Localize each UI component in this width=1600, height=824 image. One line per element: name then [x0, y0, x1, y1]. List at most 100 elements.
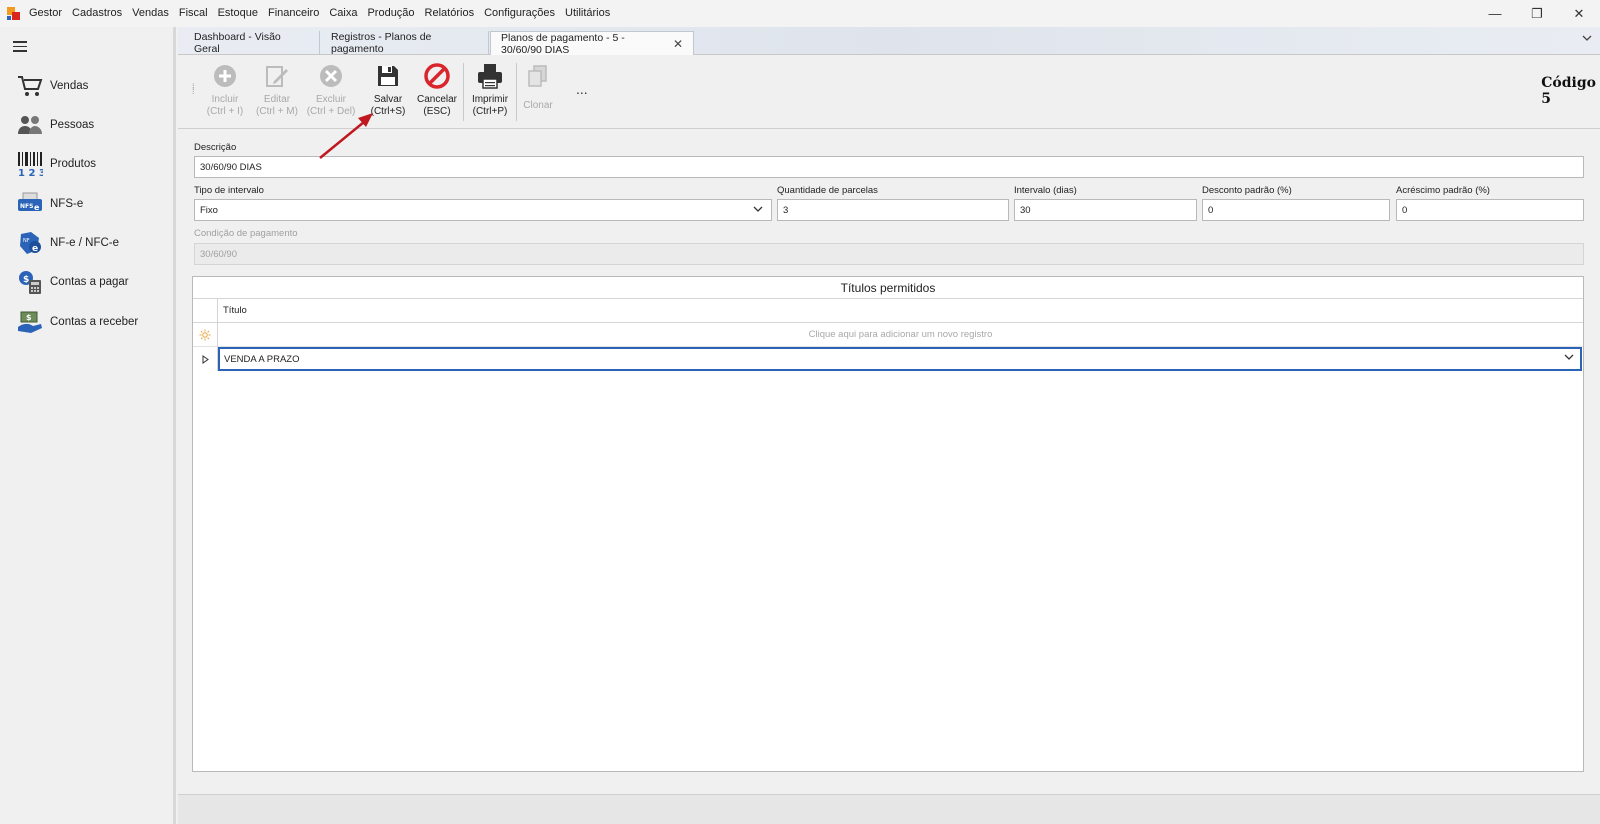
titulo-cell-dropdown[interactable]: VENDA A PRAZO — [218, 347, 1582, 371]
annotation-arrow-icon — [318, 112, 378, 165]
clone-copy-icon — [525, 63, 551, 89]
sidebar-item-pessoas[interactable]: Pessoas — [16, 110, 166, 140]
acrescimo-padrao-label: Acréscimo padrão (%) — [1396, 185, 1490, 196]
tipo-intervalo-select[interactable]: Fixo — [194, 199, 772, 221]
hamburger-menu-icon[interactable] — [13, 41, 27, 52]
minimize-button[interactable]: — — [1474, 0, 1516, 27]
title-menu-bar: Gestor Cadastros Vendas Fiscal Estoque F… — [0, 0, 1600, 27]
codigo-value: 5 — [1541, 91, 1552, 107]
menu-fiscal[interactable]: Fiscal — [174, 0, 213, 27]
new-row-hint: Clique aqui para adicionar um novo regis… — [808, 329, 993, 340]
menu-vendas[interactable]: Vendas — [127, 0, 174, 27]
menu-cadastros[interactable]: Cadastros — [67, 0, 127, 27]
sidebar-item-contas-receber[interactable]: $ Contas a receber — [16, 307, 166, 337]
status-bar — [178, 794, 1600, 824]
tab-planos-pagamento-active[interactable]: Planos de pagamento - 5 - 30/60/90 DIAS … — [490, 31, 694, 56]
menu-relatorios[interactable]: Relatórios — [420, 0, 480, 27]
sidebar-item-label: Contas a receber — [50, 316, 139, 328]
menu-utilitarios[interactable]: Utilitários — [560, 0, 615, 27]
printer-icon — [477, 63, 503, 89]
sidebar-item-label: NF-e / NFC-e — [50, 237, 119, 249]
tab-label: Registros - Planos de pagamento — [331, 31, 432, 55]
descricao-label: Descrição — [194, 142, 237, 153]
tab-close-icon[interactable]: ✕ — [673, 37, 683, 51]
sidebar-item-produtos[interactable]: 1 2 3 Produtos — [16, 149, 166, 179]
codigo-display: Código 5 — [1541, 75, 1596, 107]
tipo-intervalo-label: Tipo de intervalo — [194, 185, 264, 196]
sidebar-item-label: Pessoas — [50, 119, 95, 131]
grid-title: Títulos permitidos — [193, 277, 1583, 299]
incluir-button[interactable]: Incluir (Ctrl + I) — [197, 63, 253, 123]
column-header-titulo[interactable]: Título — [218, 299, 1583, 322]
tab-overflow-chevron-icon[interactable] — [1582, 33, 1592, 45]
tab-dashboard[interactable]: Dashboard - Visão Geral — [184, 31, 320, 55]
svg-text:NFS: NFS — [20, 203, 33, 210]
sidebar-item-label: NFS-e — [50, 198, 84, 210]
row-pointer-icon — [193, 347, 218, 371]
intervalo-dias-label: Intervalo (dias) — [1014, 185, 1077, 196]
condicao-pagamento-input: 30/60/90 — [194, 243, 1584, 265]
app-logo-icon — [7, 7, 20, 20]
sidebar-item-label: Vendas — [50, 80, 89, 92]
clonar-label: Clonar — [523, 100, 553, 111]
new-row-sun-icon — [193, 323, 218, 346]
chevron-down-icon[interactable] — [1564, 353, 1574, 364]
incluir-label: Incluir (Ctrl + I) — [206, 94, 244, 117]
quantidade-parcelas-input[interactable]: 3 — [777, 199, 1009, 221]
cancelar-button[interactable]: Cancelar (ESC) — [409, 63, 465, 123]
bills-receive-icon: $ — [16, 308, 44, 336]
plus-circle-icon — [212, 63, 238, 89]
tipo-intervalo-value: Fixo — [200, 204, 218, 216]
sidebar-item-contas-pagar[interactable]: $ Contas a pagar — [16, 267, 166, 297]
editar-button[interactable]: Editar (Ctrl + M) — [249, 63, 305, 123]
descricao-input[interactable]: 30/60/90 DIAS — [194, 156, 1584, 178]
bills-pay-icon: $ — [16, 268, 44, 296]
editar-label: Editar (Ctrl + M) — [256, 94, 298, 117]
desconto-padrao-input[interactable]: 0 — [1202, 199, 1390, 221]
svg-text:e: e — [34, 203, 40, 212]
titulos-permitidos-grid: Títulos permitidos Título Clique aqui pa… — [192, 276, 1584, 772]
toolbar-grip-icon[interactable]: ⁞ ⁞ — [192, 83, 195, 96]
window-controls: — ❐ ✕ — [1474, 0, 1600, 27]
cancel-prohibited-icon — [424, 63, 450, 89]
grid-new-row[interactable]: Clique aqui para adicionar um novo regis… — [193, 323, 1583, 347]
people-icon — [16, 111, 44, 139]
intervalo-dias-input[interactable]: 30 — [1014, 199, 1197, 221]
menu-estoque[interactable]: Estoque — [213, 0, 263, 27]
toolbar: ⁞ ⁞ Incluir (Ctrl + I) Editar (Ctrl + M) Ex… — [178, 55, 1600, 129]
clonar-button[interactable]: Clonar — [510, 63, 566, 123]
document-tab-strip: Dashboard - Visão Geral Registros - Plan… — [178, 27, 1600, 56]
sidebar-item-vendas[interactable]: Vendas — [16, 71, 166, 101]
grid-header-indicator — [193, 299, 218, 322]
sidebar: Vendas Pessoas 1 2 3 Produtos NFS e NFS-e… — [0, 27, 176, 824]
menu-gestor[interactable]: Gestor — [24, 0, 67, 27]
menu-financeiro[interactable]: Financeiro — [263, 0, 324, 27]
sidebar-item-nfe[interactable]: e NF NF-e / NFC-e — [16, 228, 166, 258]
tab-registros-planos[interactable]: Registros - Planos de pagamento — [321, 31, 489, 55]
svg-text:e: e — [32, 244, 38, 254]
chevron-down-icon — [753, 205, 763, 216]
restore-button[interactable]: ❐ — [1516, 0, 1558, 27]
nfse-icon: NFS e — [16, 190, 44, 218]
grid-header: Título — [193, 299, 1583, 323]
cancelar-label: Cancelar (ESC) — [416, 94, 458, 117]
menu-producao[interactable]: Produção — [362, 0, 419, 27]
close-window-button[interactable]: ✕ — [1558, 0, 1600, 27]
svg-text:$: $ — [26, 313, 32, 322]
cart-icon — [16, 72, 44, 100]
menu-configuracoes[interactable]: Configurações — [479, 0, 560, 27]
table-row[interactable]: VENDA A PRAZO — [193, 347, 1583, 371]
acrescimo-padrao-input[interactable]: 0 — [1396, 199, 1584, 221]
form-area: Descrição 30/60/90 DIAS Tipo de interval… — [178, 130, 1600, 780]
imprimir-label: Imprimir (Ctrl+P) — [471, 94, 509, 117]
sidebar-item-nfse[interactable]: NFS e NFS-e — [16, 189, 166, 219]
svg-text:NF: NF — [23, 238, 30, 244]
barcode-icon: 1 2 3 — [16, 150, 44, 178]
edit-document-icon — [264, 63, 290, 89]
more-options-button[interactable]: ... — [576, 81, 588, 97]
nfe-icon: e NF — [16, 229, 44, 257]
menu-caixa[interactable]: Caixa — [324, 0, 362, 27]
quantidade-parcelas-label: Quantidade de parcelas — [777, 185, 878, 196]
desconto-padrao-label: Desconto padrão (%) — [1202, 185, 1292, 196]
svg-text:1 2 3: 1 2 3 — [18, 168, 43, 177]
